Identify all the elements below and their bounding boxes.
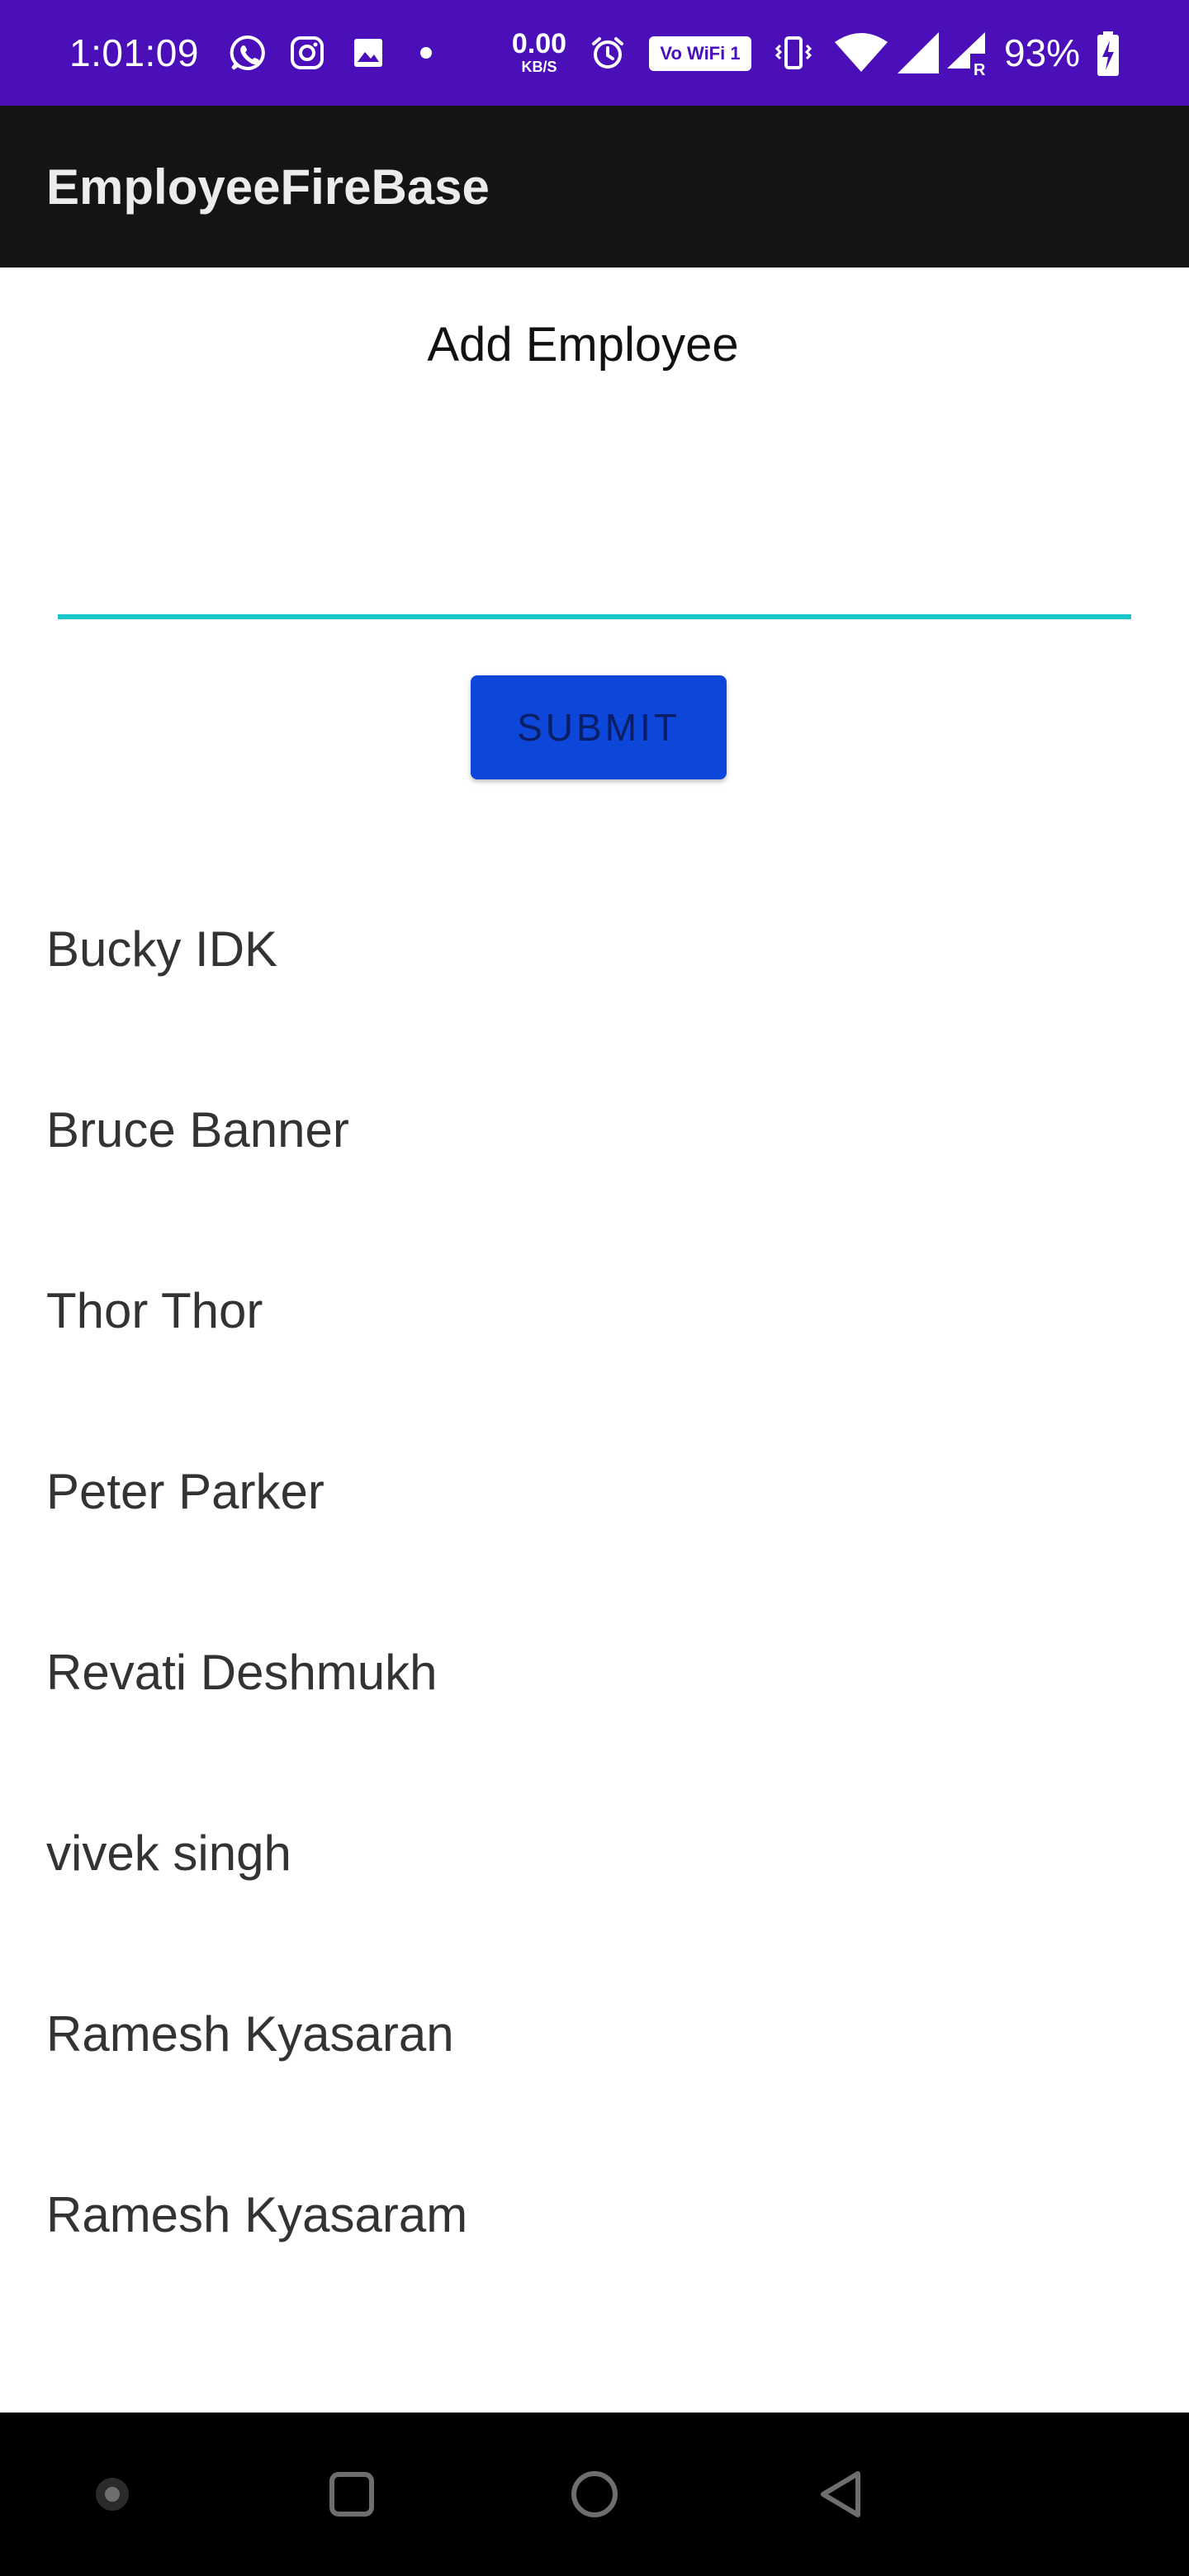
battery-charging-icon bbox=[1095, 30, 1121, 78]
employee-list-item[interactable]: Peter Parker bbox=[0, 1401, 1189, 1582]
signal-icon bbox=[895, 30, 941, 76]
employee-list-item[interactable]: vivek singh bbox=[0, 1763, 1189, 1944]
employee-list-item[interactable]: Bruce Banner bbox=[0, 1039, 1189, 1220]
employee-list-item[interactable]: Ramesh Kyasaran bbox=[0, 1944, 1189, 2124]
status-time: 1:01:09 bbox=[69, 31, 199, 74]
app-title: EmployeeFireBase bbox=[46, 159, 490, 215]
employee-list-item[interactable]: Ramesh Kyasaram bbox=[0, 2124, 1189, 2305]
recents-icon[interactable] bbox=[286, 2413, 418, 2576]
instagram-icon bbox=[287, 33, 327, 73]
battery-percent: 93% bbox=[1004, 31, 1081, 74]
notification-dot-icon bbox=[418, 45, 434, 61]
status-bar: 1:01:09 0.00 KB/S Vo WiFi 1 R 93% bbox=[0, 0, 1189, 106]
navigation-bar bbox=[0, 2413, 1189, 2576]
svg-text:R: R bbox=[973, 61, 986, 77]
network-speed: 0.00 KB/S bbox=[510, 26, 568, 78]
employee-list-item[interactable]: Revati Deshmukh bbox=[0, 1582, 1189, 1763]
network-speed-unit: KB/S bbox=[521, 59, 557, 75]
vibrate-icon bbox=[773, 33, 814, 73]
employee-list-item[interactable]: Thor Thor bbox=[0, 1220, 1189, 1401]
form-heading: Add Employee bbox=[427, 318, 739, 372]
back-icon[interactable] bbox=[775, 2413, 907, 2576]
employee-list: Bucky IDK Bruce Banner Thor Thor Peter P… bbox=[0, 859, 1189, 2305]
home-icon[interactable] bbox=[528, 2413, 661, 2576]
menu-dot-icon[interactable] bbox=[46, 2413, 178, 2576]
app-bar: EmployeeFireBase bbox=[0, 106, 1189, 268]
gallery-icon bbox=[350, 35, 386, 71]
signal-roaming-icon: R bbox=[945, 30, 991, 78]
submit-button[interactable]: SUBMIT bbox=[471, 675, 727, 779]
wifi-icon bbox=[832, 31, 890, 74]
alarm-icon bbox=[588, 33, 628, 73]
vowifi-badge: Vo WiFi 1 bbox=[649, 36, 751, 71]
network-speed-value: 0.00 bbox=[511, 28, 567, 59]
whatsapp-icon bbox=[228, 33, 268, 73]
employee-list-item[interactable]: Bucky IDK bbox=[0, 859, 1189, 1039]
employee-name-input[interactable] bbox=[58, 495, 1131, 619]
